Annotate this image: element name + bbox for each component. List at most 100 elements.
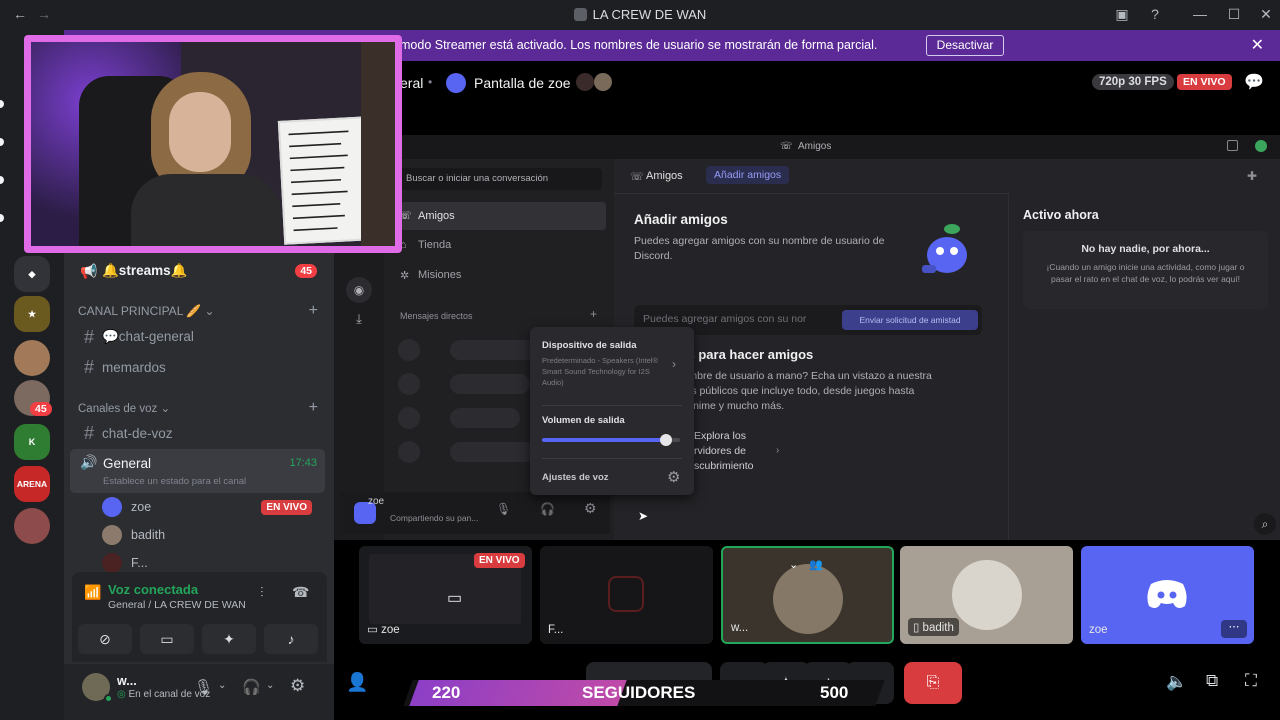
add-channel-icon[interactable]: + <box>309 399 318 417</box>
breadcrumb-channel[interactable]: eral <box>400 75 423 91</box>
chevron-down-icon: ⌄ <box>789 559 799 571</box>
voice-status[interactable]: Voz conectada <box>108 582 198 597</box>
minimize-icon[interactable]: — <box>1186 0 1214 28</box>
voice-status-hint[interactable]: Establece un estado para el canal <box>103 476 246 487</box>
avatar <box>952 560 1022 630</box>
inner-nav-label: Tienda <box>418 239 452 251</box>
chat-bubble-icon[interactable]: 💬 <box>1244 72 1264 92</box>
server-icon[interactable]: ARENA <box>14 466 50 502</box>
participant-tile-badith[interactable]: ▯ badith <box>900 546 1073 644</box>
voice-location[interactable]: General / LA CREW DE WAN <box>108 599 246 611</box>
volume-slider-track <box>542 434 680 446</box>
tile-name: F... <box>548 624 564 636</box>
dm-placeholder <box>450 374 530 394</box>
close-window-icon[interactable]: ✕ <box>1252 0 1280 28</box>
server-icon[interactable]: K <box>14 424 50 460</box>
inner-friends-icon: ☏ <box>630 171 644 183</box>
participant-tile-zoe-avatar[interactable]: ⋯ zoe <box>1081 546 1254 644</box>
chevron-down-icon[interactable]: ⌄ <box>218 680 226 691</box>
inner-discover-icon: ◉ <box>346 277 372 303</box>
channel-memardos[interactable]: # memardos <box>70 352 325 382</box>
inner-user-sub: Compartiendo su pan... <box>390 513 479 523</box>
title-bar: ← → LA CREW DE WAN ▣ ? — ☐ ✕ <box>0 0 1280 28</box>
live-badge: EN VIVO <box>1177 74 1232 90</box>
pop-out-icon[interactable]: ⧉ <box>1206 671 1218 691</box>
signal-icon[interactable]: 📶 <box>84 584 101 601</box>
server-icon[interactable]: ◆ <box>14 256 50 292</box>
inner-title-bar: ☏ Amigos <box>334 135 1280 159</box>
voice-user-name: F... <box>131 556 148 570</box>
popup-volume-title: Volumen de salida <box>542 415 625 426</box>
speaker-icon: 🔊 <box>80 454 98 470</box>
zoom-icon: ⌕ <box>1254 513 1276 535</box>
announcement-icon: 📢 <box>80 262 98 279</box>
follower-label: SEGUIDORES <box>582 683 696 702</box>
username[interactable]: w... <box>117 674 137 688</box>
person-face <box>169 92 231 172</box>
hash-icon: # <box>83 326 94 347</box>
voice-channel-general[interactable]: 🔊 General 17:43 Establece un estado para… <box>70 449 325 493</box>
participant-tile-w[interactable]: ⌄ 👥 w... <box>721 546 894 644</box>
gear-icon[interactable]: ⚙ <box>290 676 305 696</box>
add-channel-icon[interactable]: + <box>309 302 318 320</box>
fullscreen-icon[interactable]: ⛶ <box>1245 671 1257 691</box>
volume-slider-knob <box>660 434 673 446</box>
disconnect-icon[interactable]: ☎ <box>292 584 309 601</box>
tile-name: ▯ badith <box>908 618 959 636</box>
soundboard-button[interactable]: ♪ <box>264 624 318 654</box>
help-icon[interactable]: ? <box>1141 0 1169 28</box>
chevron-down-icon[interactable]: ⌄ <box>266 680 274 691</box>
maximize-icon[interactable]: ☐ <box>1220 0 1248 28</box>
person-shirt <box>131 174 281 246</box>
webcam-overlay <box>24 35 402 253</box>
participant-tile-zoe[interactable]: ▭ EN VIVO ▭ zoe <box>359 546 532 644</box>
hash-icon: # <box>83 356 94 377</box>
channel-name: 💬chat-general <box>102 329 194 344</box>
channel-streams[interactable]: 📢 🔔streams🔔 45 <box>70 256 325 286</box>
inner-inbox-icon <box>1227 140 1238 151</box>
voice-user-name: zoe <box>131 500 152 514</box>
voice-user-badith[interactable]: badith <box>102 522 322 548</box>
popup-output-title: Dispositivo de salida <box>542 340 637 351</box>
viewer-avatar[interactable] <box>594 73 612 91</box>
microphone-icon[interactable]: 🎙 <box>194 678 213 696</box>
inner-search-input: Buscar o iniciar una conversación <box>396 168 602 190</box>
noise-suppression-icon[interactable]: ⫶ <box>260 584 264 601</box>
disable-streamer-button[interactable]: Desactivar <box>926 35 1004 56</box>
server-icon[interactable] <box>14 508 50 544</box>
stage-title: Pantalla de zoe <box>474 75 571 91</box>
activities-button[interactable]: ✦ <box>202 624 256 654</box>
divider <box>1008 193 1009 540</box>
server-icon[interactable] <box>14 340 50 376</box>
more-options-icon[interactable]: ⋯ <box>1221 620 1247 638</box>
server-icon[interactable]: ★ <box>14 296 50 332</box>
follower-goal: 500 <box>820 683 849 702</box>
banner-close-icon[interactable]: ✕ <box>1251 35 1264 55</box>
category-main[interactable]: CANAL PRINCIPAL 🥖 ⌄ <box>78 304 215 318</box>
popup-output-device: Predeterminado - Speakers (Intel® Smart … <box>542 356 658 387</box>
inner-chevron-right-icon: › <box>776 445 780 456</box>
viewer-avatar[interactable] <box>576 73 594 91</box>
inner-add-desc: Puedes agregar amigos con su nombre de u… <box>634 235 885 262</box>
inbox-icon[interactable]: ▣ <box>1108 0 1136 28</box>
webcam-feed <box>31 42 395 246</box>
voice-user-zoe[interactable]: zoe EN VIVO <box>102 494 322 520</box>
volume-icon[interactable]: 🔈 <box>1166 672 1187 692</box>
live-badge: EN VIVO <box>474 553 525 568</box>
participant-tile-f[interactable]: F... <box>540 546 713 644</box>
channel-chat-de-voz[interactable]: # chat-de-voz <box>70 418 325 448</box>
channel-chat-general[interactable]: # 💬chat-general <box>70 322 325 352</box>
voice-user-name: badith <box>131 528 166 542</box>
leave-call-button[interactable]: ⎘ <box>904 662 962 704</box>
avatar <box>773 564 843 634</box>
unread-pill <box>0 176 4 184</box>
banner-text: modo Streamer está activado. Los nombres… <box>400 38 878 52</box>
tile-name: zoe <box>1089 624 1108 636</box>
camera-off-button[interactable]: ⊘ <box>78 624 132 654</box>
headphones-icon[interactable]: 🎧 <box>242 678 261 696</box>
invite-icon[interactable]: 👤 <box>346 672 368 693</box>
category-voice[interactable]: Canales de voz ⌄ <box>78 401 170 415</box>
dm-placeholder-avatar <box>398 407 420 429</box>
share-screen-button[interactable]: ▭ <box>140 624 194 654</box>
online-status-icon <box>104 694 113 703</box>
